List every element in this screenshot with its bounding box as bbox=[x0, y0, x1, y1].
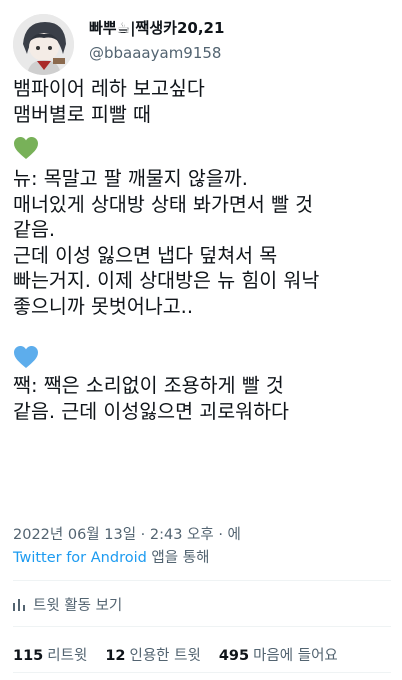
tweet-line: 맴버별로 피빨 때 bbox=[13, 102, 151, 126]
bar-chart-icon bbox=[13, 599, 25, 611]
divider bbox=[13, 672, 391, 673]
quotes-stat[interactable]: 12 인용한 트윗 bbox=[105, 644, 201, 665]
tweet-line: 좋으니까 못벗어나고.. bbox=[13, 294, 194, 318]
green-heart-icon bbox=[14, 137, 38, 159]
tweet-source: Twitter for Android 앱을 통해 bbox=[13, 546, 209, 567]
tweet-text: 뱀파이어 레하 보고싶다 맴버별로 피빨 때 뉴: 목말고 팔 깨물지 않을까.… bbox=[13, 76, 393, 424]
tweet-timestamp[interactable]: 2022년 06월 13일 · 2:43 오후 · 에 bbox=[13, 523, 241, 544]
source-app-link[interactable]: Twitter for Android bbox=[13, 550, 147, 566]
tweet-activity-label: 트윗 활동 보기 bbox=[33, 597, 123, 614]
retweets-label: 리트윗 bbox=[47, 648, 88, 664]
divider bbox=[13, 580, 391, 581]
coffee-cup-emoji-icon: ☕ bbox=[116, 19, 131, 37]
likes-label: 마음에 들어요 bbox=[253, 648, 338, 664]
tweet-stats: 115 리트윗 12 인용한 트윗 495 마음에 들어요 bbox=[13, 644, 356, 665]
tweet-line: 매너있게 상대방 상태 봐가면서 빨 것 bbox=[13, 192, 314, 216]
retweets-stat[interactable]: 115 리트윗 bbox=[13, 644, 87, 665]
author-display-name[interactable]: 빠뿌☕|짹생카20,21 bbox=[89, 17, 224, 38]
quotes-label: 인용한 트윗 bbox=[129, 648, 201, 664]
divider bbox=[13, 626, 391, 627]
display-name-text: 빠뿌 bbox=[89, 19, 117, 37]
tweet-line: 같음. bbox=[13, 218, 56, 241]
tweet-header: 빠뿌☕|짹생카20,21 @bbaaayam9158 bbox=[13, 14, 393, 76]
likes-stat[interactable]: 495 마음에 들어요 bbox=[219, 644, 338, 665]
retweets-count: 115 bbox=[13, 648, 44, 664]
quotes-count: 12 bbox=[105, 648, 126, 664]
likes-count: 495 bbox=[218, 648, 250, 664]
avatar[interactable] bbox=[13, 14, 74, 75]
author-handle[interactable]: @bbaaayam9158 bbox=[89, 44, 221, 62]
tweet-line: 뉴: 목말고 팔 깨물지 않을까. bbox=[13, 167, 248, 190]
tweet-line: 근데 이성 잃으면 냅다 덮쳐서 목 bbox=[13, 243, 278, 267]
display-name-suffix: |짹생카20,21 bbox=[130, 19, 225, 37]
tweet-activity-button[interactable]: 트윗 활동 보기 bbox=[13, 592, 122, 616]
source-suffix: 앱을 통해 bbox=[146, 550, 210, 566]
blue-heart-icon bbox=[14, 346, 38, 368]
tweet-line: 빠는거지. 이제 상대방은 뉴 힘이 워낙 bbox=[13, 269, 320, 292]
tweet-line: 뱀파이어 레하 보고싶다 bbox=[13, 77, 205, 100]
tweet-line: 짹: 짹은 소리없이 조용하게 빨 것 bbox=[13, 374, 284, 397]
tweet-line: 같음. 근데 이성잃으면 괴로워하다 bbox=[13, 399, 289, 423]
